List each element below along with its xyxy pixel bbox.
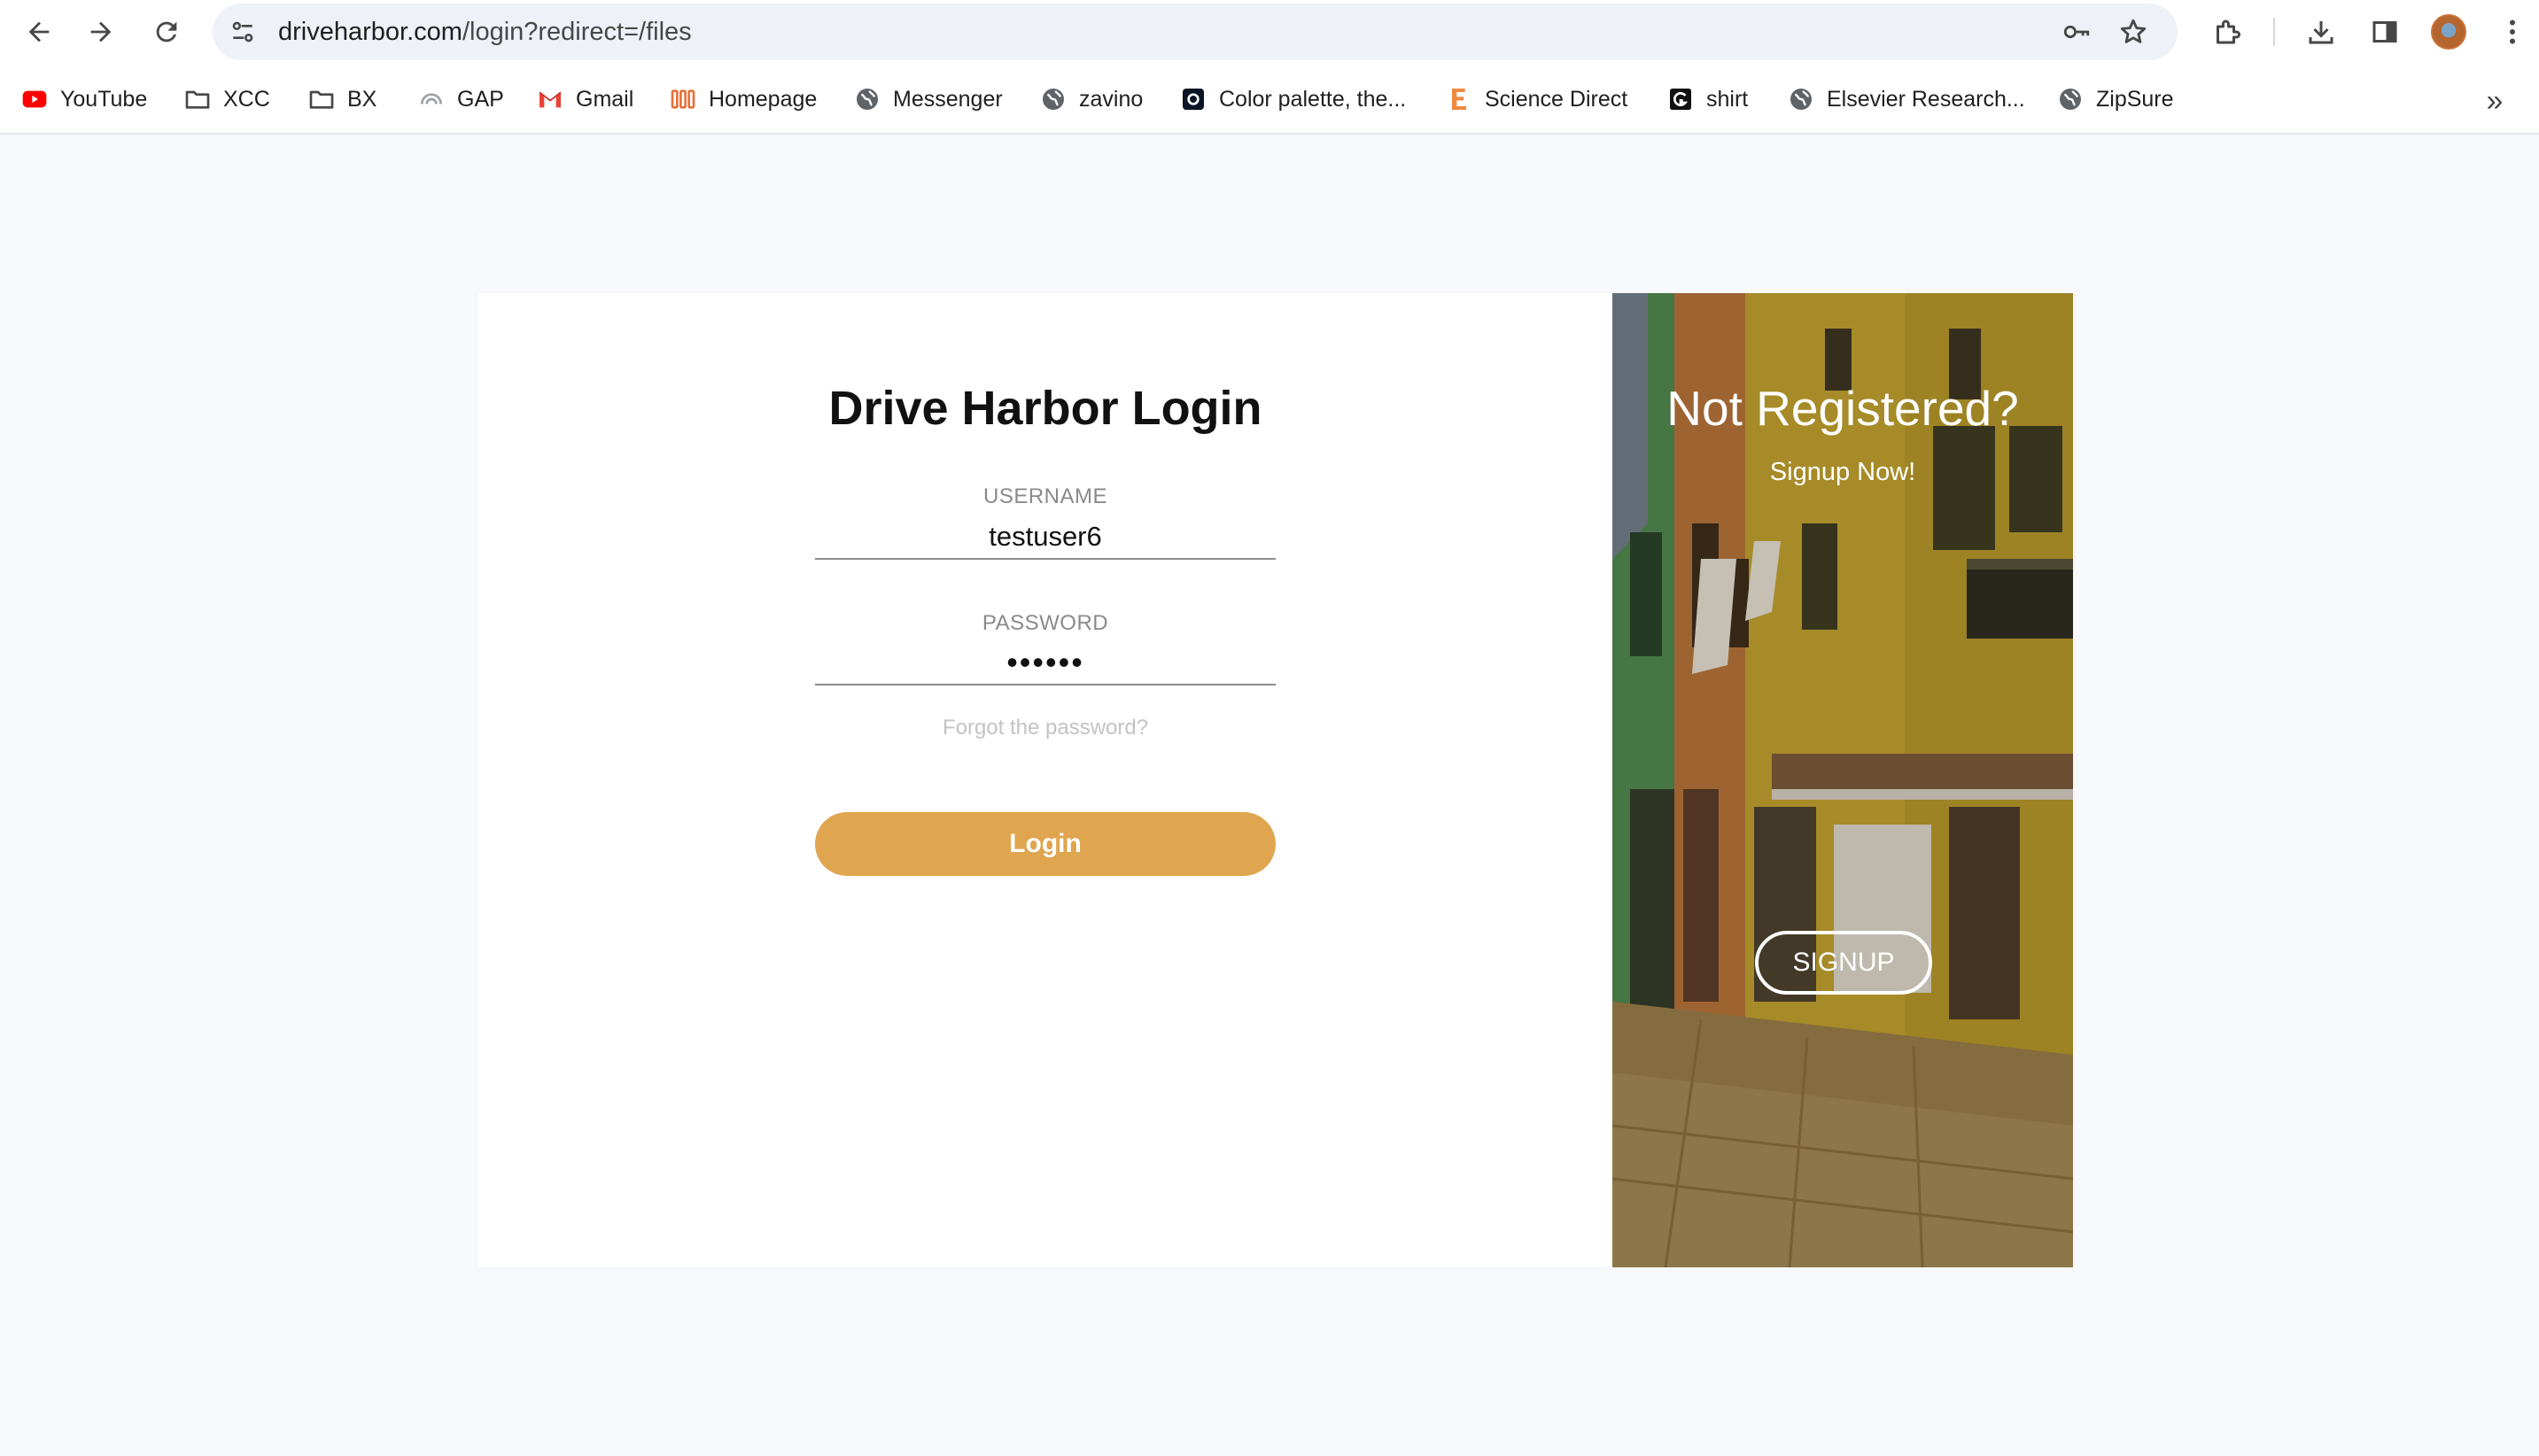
bookmark-label: Messenger bbox=[893, 86, 1003, 112]
bookmark-label: zavino bbox=[1079, 86, 1144, 112]
signup-button[interactable]: SIGNUP bbox=[1755, 931, 1932, 995]
folder-icon bbox=[182, 84, 213, 114]
bookmark-label: BX bbox=[347, 86, 377, 112]
password-field[interactable] bbox=[815, 641, 1276, 685]
bookmark-label: ZipSure bbox=[2096, 86, 2174, 112]
bookmark-label: Color palette, the... bbox=[1219, 86, 1407, 112]
elsevier-icon bbox=[1444, 84, 1474, 114]
profile-avatar[interactable] bbox=[2431, 14, 2466, 50]
password-key-icon[interactable] bbox=[2061, 16, 2093, 48]
login-title: Drive Harbor Login bbox=[828, 382, 1262, 435]
bookmark-zipsure[interactable]: ZipSure bbox=[2055, 81, 2174, 117]
side-panel-icon[interactable] bbox=[2367, 14, 2403, 50]
bookmark-youtube[interactable]: YouTube bbox=[19, 81, 147, 117]
reload-button[interactable] bbox=[145, 11, 188, 53]
bookmark-color-palette[interactable]: Color palette, the... bbox=[1178, 81, 1406, 117]
panel-overlay bbox=[1612, 293, 2073, 1267]
toolbar-divider bbox=[2273, 18, 2275, 46]
bookmark-zavino[interactable]: zavino bbox=[1038, 81, 1143, 117]
bookmark-label: shirt bbox=[1706, 86, 1749, 112]
bookmark-label: Gmail bbox=[576, 86, 634, 112]
bookmark-shirt[interactable]: shirt bbox=[1665, 81, 1748, 117]
downloads-icon[interactable] bbox=[2303, 14, 2339, 50]
reload-icon bbox=[156, 21, 177, 43]
signup-panel: Not Registered? Signup Now! SIGNUP bbox=[1612, 293, 2073, 1267]
username-label: USERNAME bbox=[982, 484, 1108, 508]
url-path: /login?redirect=/files bbox=[462, 18, 692, 46]
url-text: driveharbor.com/login?redirect=/files bbox=[278, 18, 692, 47]
url-host: driveharbor.com bbox=[278, 18, 462, 46]
bookmark-label: Homepage bbox=[709, 86, 818, 112]
username-field[interactable] bbox=[815, 515, 1276, 560]
bookmark-folder-bx[interactable]: BX bbox=[307, 81, 377, 117]
bookmark-homepage[interactable]: Homepage bbox=[668, 81, 817, 117]
bookmark-gmail[interactable]: Gmail bbox=[535, 81, 633, 117]
bookmark-folder-xcc[interactable]: XCC bbox=[182, 81, 270, 117]
folder-icon bbox=[307, 84, 337, 114]
password-label: PASSWORD bbox=[982, 611, 1109, 635]
not-registered-heading: Not Registered? bbox=[1666, 381, 2019, 436]
signup-now-text: Signup Now! bbox=[1769, 458, 1916, 486]
bookmark-label: Science Direct bbox=[1485, 86, 1628, 112]
bookmarks-bar: YouTube XCC BX GAP Gmail Homepage Messen… bbox=[0, 64, 2539, 135]
bookmark-gap[interactable]: GAP bbox=[416, 81, 504, 117]
bookmark-label: XCC bbox=[223, 86, 270, 112]
globe-icon bbox=[1038, 84, 1068, 114]
youtube-icon bbox=[19, 84, 50, 114]
gmail-icon bbox=[535, 84, 565, 114]
arrow-right-icon bbox=[90, 21, 112, 43]
login-button[interactable]: Login bbox=[815, 812, 1276, 876]
site-settings-icon[interactable] bbox=[227, 16, 259, 48]
bookmark-label: Elsevier Research... bbox=[1827, 86, 2025, 112]
address-bar[interactable]: driveharbor.com/login?redirect=/files bbox=[213, 4, 2178, 60]
homepage-icon bbox=[668, 84, 698, 114]
globe-icon bbox=[1786, 84, 1816, 114]
browser-toolbar: driveharbor.com/login?redirect=/files bbox=[0, 0, 2539, 64]
g-icon bbox=[1665, 84, 1696, 114]
forward-button[interactable] bbox=[80, 11, 122, 53]
bookmark-science-direct[interactable]: Science Direct bbox=[1444, 81, 1627, 117]
bookmark-label: YouTube bbox=[60, 86, 148, 112]
bookmark-label: GAP bbox=[457, 86, 504, 112]
bookmark-star-icon[interactable] bbox=[2117, 16, 2149, 48]
coolors-icon bbox=[1178, 84, 1208, 114]
extensions-icon[interactable] bbox=[2209, 14, 2245, 50]
forgot-password-link[interactable]: Forgot the password? bbox=[815, 716, 1276, 740]
globe-icon bbox=[2055, 84, 2085, 114]
back-button[interactable] bbox=[18, 11, 60, 53]
arrow-left-icon bbox=[28, 21, 50, 43]
gap-icon bbox=[416, 84, 446, 114]
bookmark-messenger[interactable]: Messenger bbox=[852, 81, 1003, 117]
more-bookmarks-chevron-icon[interactable]: » bbox=[2477, 83, 2512, 119]
globe-icon bbox=[852, 84, 882, 114]
bookmark-elsevier-research[interactable]: Elsevier Research... bbox=[1786, 81, 2025, 117]
menu-kebab-icon[interactable] bbox=[2495, 14, 2530, 50]
